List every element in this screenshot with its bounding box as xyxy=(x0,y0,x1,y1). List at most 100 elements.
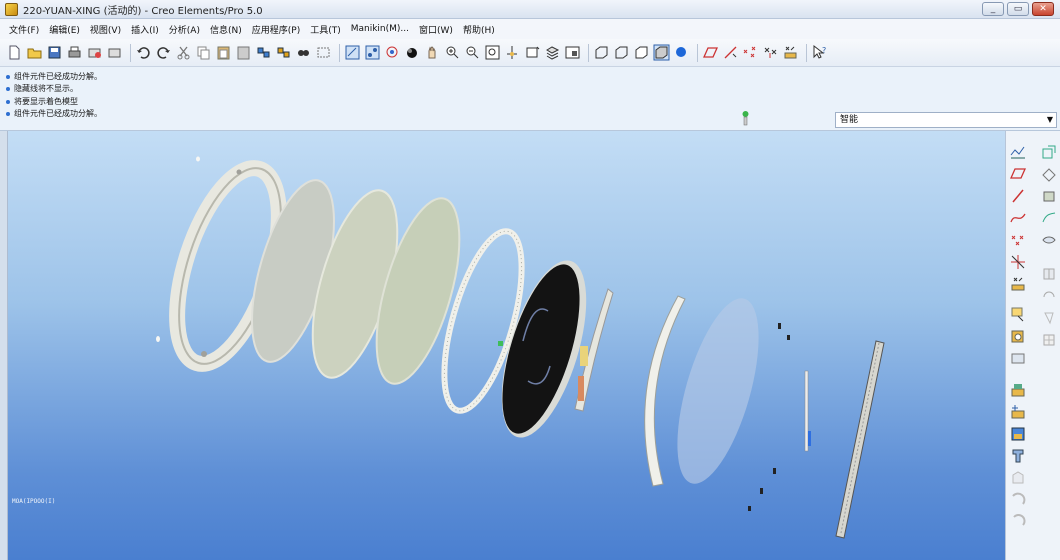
email-icon[interactable] xyxy=(86,44,103,61)
small-screw xyxy=(778,323,781,329)
wireframe-icon[interactable] xyxy=(593,44,610,61)
sketch-icon[interactable] xyxy=(344,44,361,61)
reorient-icon[interactable] xyxy=(504,44,521,61)
revolve-icon[interactable] xyxy=(1040,187,1058,205)
close-button[interactable]: ✕ xyxy=(1032,2,1054,16)
exploded-assembly: MOA(IPOOO(I) xyxy=(12,156,885,539)
redo-icon[interactable] xyxy=(155,44,172,61)
small-screw xyxy=(787,335,790,340)
no-hidden-icon[interactable] xyxy=(633,44,650,61)
small-screw xyxy=(748,506,751,511)
undo-icon[interactable] xyxy=(135,44,152,61)
shading-icon[interactable] xyxy=(653,44,670,61)
menu-insert[interactable]: 插入(I) xyxy=(126,23,164,36)
email-link-icon[interactable] xyxy=(106,44,123,61)
menu-info[interactable]: 信息(N) xyxy=(205,23,247,36)
refit-icon[interactable] xyxy=(484,44,501,61)
datum-plane-icon[interactable] xyxy=(1009,165,1027,183)
menu-window[interactable]: 窗口(W) xyxy=(414,23,458,36)
minimize-button[interactable]: _ xyxy=(982,2,1004,16)
sketch-tool-icon[interactable] xyxy=(1009,143,1027,161)
menu-help[interactable]: 帮助(H) xyxy=(458,23,500,36)
assemble-icon[interactable] xyxy=(1009,305,1027,323)
shell-icon[interactable] xyxy=(1040,287,1058,305)
message-line: 隐藏线将不显示。 xyxy=(6,83,78,94)
regenerate-manager-icon[interactable] xyxy=(275,44,292,61)
paste-special-icon[interactable] xyxy=(235,44,252,61)
datum-point-icon[interactable] xyxy=(1009,231,1027,249)
clear-back-disc xyxy=(677,298,759,484)
display-style-icon[interactable] xyxy=(404,44,421,61)
layers-icon[interactable] xyxy=(544,44,561,61)
menu-tools[interactable]: 工具(T) xyxy=(305,23,346,36)
chamfer-icon[interactable] xyxy=(1009,469,1027,487)
view-manager-icon[interactable] xyxy=(564,44,581,61)
left-sash[interactable] xyxy=(0,131,8,560)
app-icon xyxy=(5,2,18,16)
hidden-line-icon[interactable] xyxy=(613,44,630,61)
datum-analysis-icon[interactable] xyxy=(1009,275,1027,293)
cut-icon[interactable] xyxy=(175,44,192,61)
saved-views-icon[interactable] xyxy=(524,44,541,61)
menu-view[interactable]: 视图(V) xyxy=(85,23,126,36)
chevron-down-icon: ▼ xyxy=(1046,115,1053,124)
zoom-in-icon[interactable] xyxy=(444,44,461,61)
menu-applications[interactable]: 应用程序(P) xyxy=(247,23,305,36)
menu-manikin[interactable]: Manikin(M)... xyxy=(346,24,414,34)
find-icon[interactable] xyxy=(295,44,312,61)
pan-hand-icon[interactable] xyxy=(424,44,441,61)
package-icon[interactable] xyxy=(1009,349,1027,367)
datum-csys-icon[interactable] xyxy=(1009,253,1027,271)
menu-bar: 文件(F) 编辑(E) 视图(V) 插入(I) 分析(A) 信息(N) 应用程序… xyxy=(0,19,1060,39)
help-pointer-icon[interactable]: ? xyxy=(811,44,828,61)
create-component-icon[interactable] xyxy=(1009,327,1027,345)
menu-analysis[interactable]: 分析(A) xyxy=(164,23,205,36)
mirror-icon[interactable] xyxy=(1009,513,1027,531)
paste-icon[interactable] xyxy=(215,44,232,61)
datum-plane-icon[interactable] xyxy=(702,44,719,61)
draft-icon[interactable] xyxy=(1040,331,1058,349)
extrude-icon[interactable] xyxy=(1040,165,1058,183)
sketch-tool-icon[interactable] xyxy=(1040,143,1058,161)
datum-display-icon[interactable] xyxy=(364,44,381,61)
save-icon[interactable] xyxy=(46,44,63,61)
model-tree-sphere-icon[interactable] xyxy=(673,44,690,61)
datum-point-icon[interactable] xyxy=(742,44,759,61)
new-file-icon[interactable] xyxy=(6,44,23,61)
round-tool-icon[interactable] xyxy=(1009,447,1027,465)
selection-filter[interactable]: 智能 ▼ xyxy=(835,112,1057,128)
select-box-icon[interactable] xyxy=(315,44,332,61)
svg-text:?: ? xyxy=(822,46,826,55)
assembly-add-icon[interactable] xyxy=(1009,381,1027,399)
small-screw xyxy=(196,156,200,162)
copy-icon[interactable] xyxy=(195,44,212,61)
assembly-layout-icon[interactable] xyxy=(1009,425,1027,443)
graphics-window[interactable]: MOA(IPOOO(I) xyxy=(8,131,1005,560)
toolbar-divider xyxy=(130,43,131,62)
datum-csys-icon[interactable] xyxy=(762,44,779,61)
message-line: 组件元件已经成功分解。 xyxy=(6,71,102,82)
regenerate-icon[interactable] xyxy=(255,44,272,61)
datum-axis-icon[interactable] xyxy=(1009,187,1027,205)
open-folder-icon[interactable] xyxy=(26,44,43,61)
blend-icon[interactable] xyxy=(1040,231,1058,249)
toolbar-divider xyxy=(806,43,807,62)
small-screw xyxy=(760,488,763,494)
restore-button[interactable]: ▭ xyxy=(1007,2,1029,16)
rib-icon[interactable] xyxy=(1040,309,1058,327)
zoom-out-icon[interactable] xyxy=(464,44,481,61)
datum-axis-icon[interactable] xyxy=(722,44,739,61)
hole-icon[interactable] xyxy=(1040,265,1058,283)
case-band-strip xyxy=(835,340,885,539)
toolbar-divider xyxy=(697,43,698,62)
pattern-icon[interactable] xyxy=(1009,491,1027,509)
assembly-create-icon[interactable] xyxy=(1009,403,1027,421)
datum-curve-icon[interactable] xyxy=(782,44,799,61)
sweep-icon[interactable] xyxy=(1040,209,1058,227)
spin-center-icon[interactable] xyxy=(384,44,401,61)
print-icon[interactable] xyxy=(66,44,83,61)
title-bar: 220-YUAN-XING (活动的) - Creo Elements/Pro … xyxy=(0,0,1060,19)
menu-file[interactable]: 文件(F) xyxy=(4,23,44,36)
menu-edit[interactable]: 编辑(E) xyxy=(44,23,85,36)
datum-curve-icon[interactable] xyxy=(1009,209,1027,227)
